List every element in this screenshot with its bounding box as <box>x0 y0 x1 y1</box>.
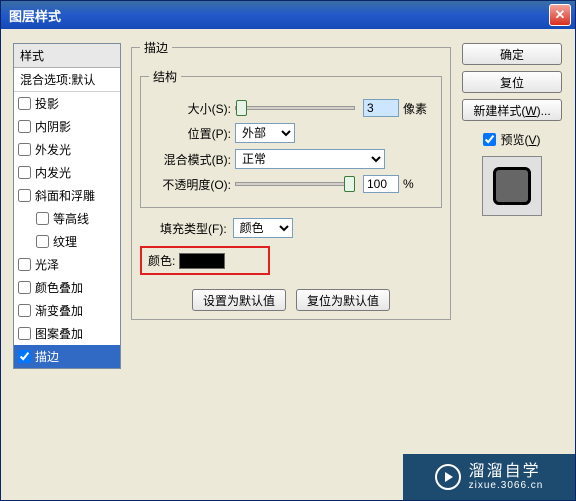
watermark: 溜溜自学 zixue.3066.cn <box>403 454 575 500</box>
watermark-text: 溜溜自学 zixue.3066.cn <box>469 463 544 492</box>
size-label: 大小(S): <box>149 100 235 117</box>
style-checkbox[interactable] <box>18 189 31 202</box>
position-label: 位置(P): <box>149 125 235 142</box>
style-item-2[interactable]: 外发光 <box>14 138 120 161</box>
style-item-10[interactable]: 图案叠加 <box>14 322 120 345</box>
cancel-reset-button[interactable]: 复位 <box>462 71 562 93</box>
style-item-5[interactable]: 等高线 <box>14 207 120 230</box>
style-checkbox[interactable] <box>18 143 31 156</box>
size-row: 大小(S): 像素 <box>149 99 433 117</box>
slider-thumb-icon[interactable] <box>344 176 355 192</box>
watermark-sub: zixue.3066.cn <box>469 480 544 491</box>
style-item-label: 投影 <box>35 95 59 112</box>
style-item-label: 描边 <box>35 348 59 365</box>
stroke-fieldset: 描边 结构 大小(S): 像素 位置(P): 外部 <box>131 39 451 320</box>
style-item-3[interactable]: 内发光 <box>14 161 120 184</box>
style-checkbox[interactable] <box>18 281 31 294</box>
close-icon: ✕ <box>555 7 566 23</box>
style-item-label: 光泽 <box>35 256 59 273</box>
size-input[interactable] <box>363 99 399 117</box>
structure-legend: 结构 <box>149 68 181 85</box>
stroke-settings: 描边 结构 大小(S): 像素 位置(P): 外部 <box>131 39 451 326</box>
blend-options-row[interactable]: 混合选项:默认 <box>14 68 120 92</box>
style-checkbox[interactable] <box>18 327 31 340</box>
style-checkbox[interactable] <box>18 350 31 363</box>
style-checkbox[interactable] <box>18 97 31 110</box>
opacity-input[interactable] <box>363 175 399 193</box>
layer-style-dialog: 图层样式 ✕ 样式 混合选项:默认 投影内阴影外发光内发光斜面和浮雕等高线纹理光… <box>0 0 576 501</box>
opacity-label: 不透明度(O): <box>149 176 235 193</box>
style-item-label: 纹理 <box>53 233 77 250</box>
filltype-select[interactable]: 颜色 <box>233 218 293 238</box>
style-item-9[interactable]: 渐变叠加 <box>14 299 120 322</box>
style-item-0[interactable]: 投影 <box>14 92 120 115</box>
style-item-label: 图案叠加 <box>35 325 83 342</box>
reset-default-button[interactable]: 复位为默认值 <box>296 289 390 311</box>
style-item-label: 内发光 <box>35 164 71 181</box>
watermark-brand: 溜溜自学 <box>469 463 544 481</box>
opacity-row: 不透明度(O): % <box>149 175 433 193</box>
new-style-label: 新建样式(W)... <box>473 104 550 118</box>
titlebar-title: 图层样式 <box>5 6 549 25</box>
style-checkbox[interactable] <box>36 212 49 225</box>
new-style-button[interactable]: 新建样式(W)... <box>462 99 562 121</box>
style-checkbox[interactable] <box>36 235 49 248</box>
style-checkbox[interactable] <box>18 120 31 133</box>
preview-checkbox-row[interactable]: 预览(V) <box>483 131 540 148</box>
style-item-label: 内阴影 <box>35 118 71 135</box>
default-buttons: 设置为默认值 复位为默认值 <box>140 289 442 311</box>
style-item-6[interactable]: 纹理 <box>14 230 120 253</box>
preview-label: 预览(V) <box>500 131 540 148</box>
titlebar[interactable]: 图层样式 ✕ <box>1 1 575 29</box>
styles-list: 样式 混合选项:默认 投影内阴影外发光内发光斜面和浮雕等高线纹理光泽颜色叠加渐变… <box>13 43 121 369</box>
preview-checkbox[interactable] <box>483 133 496 146</box>
blendmode-row: 混合模式(B): 正常 <box>149 149 433 169</box>
color-label: 颜色: <box>148 252 175 269</box>
position-row: 位置(P): 外部 <box>149 123 433 143</box>
filltype-label: 填充类型(F): <box>160 220 227 237</box>
preview-swatch <box>493 167 531 205</box>
filltype-row: 填充类型(F): 颜色 <box>160 218 442 238</box>
size-unit: 像素 <box>403 100 427 117</box>
blendmode-label: 混合模式(B): <box>149 151 235 168</box>
style-item-4[interactable]: 斜面和浮雕 <box>14 184 120 207</box>
close-button[interactable]: ✕ <box>549 4 571 26</box>
structure-fieldset: 结构 大小(S): 像素 位置(P): 外部 <box>140 68 442 208</box>
style-checkbox[interactable] <box>18 258 31 271</box>
opacity-slider[interactable] <box>235 182 355 186</box>
blendmode-select[interactable]: 正常 <box>235 149 385 169</box>
style-item-label: 渐变叠加 <box>35 302 83 319</box>
play-icon <box>435 464 461 490</box>
style-checkbox[interactable] <box>18 166 31 179</box>
slider-thumb-icon[interactable] <box>236 100 247 116</box>
style-item-1[interactable]: 内阴影 <box>14 115 120 138</box>
right-panel: 确定 复位 新建样式(W)... 预览(V) <box>461 43 563 216</box>
style-item-11[interactable]: 描边 <box>14 345 120 368</box>
style-item-label: 等高线 <box>53 210 89 227</box>
color-row: 颜色: <box>140 246 270 275</box>
preview-box <box>482 156 542 216</box>
style-item-label: 颜色叠加 <box>35 279 83 296</box>
dialog-content: 样式 混合选项:默认 投影内阴影外发光内发光斜面和浮雕等高线纹理光泽颜色叠加渐变… <box>1 29 575 500</box>
size-slider[interactable] <box>235 106 355 110</box>
stroke-legend: 描边 <box>140 39 172 56</box>
style-item-label: 外发光 <box>35 141 71 158</box>
style-item-7[interactable]: 光泽 <box>14 253 120 276</box>
ok-button[interactable]: 确定 <box>462 43 562 65</box>
style-item-label: 斜面和浮雕 <box>35 187 95 204</box>
styles-panel: 样式 混合选项:默认 投影内阴影外发光内发光斜面和浮雕等高线纹理光泽颜色叠加渐变… <box>13 43 121 369</box>
color-swatch[interactable] <box>179 253 225 269</box>
styles-header[interactable]: 样式 <box>14 44 120 68</box>
style-item-8[interactable]: 颜色叠加 <box>14 276 120 299</box>
style-checkbox[interactable] <box>18 304 31 317</box>
position-select[interactable]: 外部 <box>235 123 295 143</box>
opacity-unit: % <box>403 177 414 191</box>
make-default-button[interactable]: 设置为默认值 <box>192 289 286 311</box>
